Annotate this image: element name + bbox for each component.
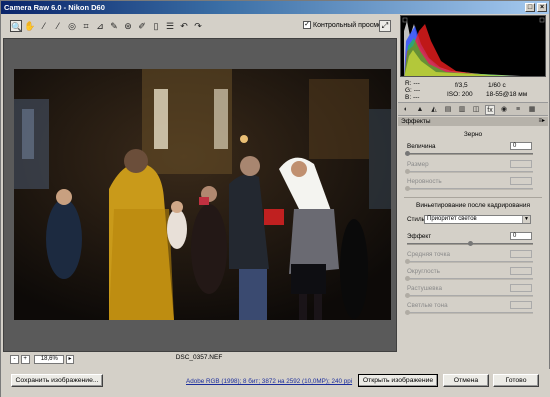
section-divider xyxy=(404,197,542,198)
vignette-midpoint-thumb xyxy=(405,259,410,264)
iso-value: ISO: 200 xyxy=(447,91,473,98)
r-label: R: xyxy=(405,80,412,87)
grain-size-thumb xyxy=(405,169,410,174)
snapshots-icon[interactable]: ▦ xyxy=(527,105,537,115)
graduated-filter-icon[interactable]: ▯ xyxy=(150,20,162,32)
b-label: B: xyxy=(405,94,412,101)
vignette-effect-slider[interactable] xyxy=(407,241,533,246)
grain-roughness-slider xyxy=(405,186,533,191)
panel-title: Эффекты xyxy=(401,118,431,125)
vignette-feather-thumb xyxy=(405,293,410,298)
camera-raw-window: Camera Raw 6.0 - Nikon D60 □ × 🔍 ✋ ⁄ ⁄ ◎ ⌗ ⊿ ✎ ⊛… xyxy=(0,0,550,397)
lens-icon[interactable]: ◫ xyxy=(471,105,481,115)
effects-icon[interactable]: fx xyxy=(485,105,495,115)
vignette-section-title: Виньетирование после кадрирования xyxy=(415,202,531,209)
color-sampler-icon[interactable]: ⁄ xyxy=(52,20,64,32)
hand-icon[interactable]: ✋ xyxy=(24,20,36,32)
grain-amount-label: Величина xyxy=(407,143,436,150)
open-image-button[interactable]: Открыть изображение xyxy=(358,374,438,387)
save-image-button[interactable]: Сохранить изображение... xyxy=(11,374,103,387)
red-eye-icon[interactable]: ⊛ xyxy=(122,20,134,32)
maximize-button[interactable]: □ xyxy=(525,3,535,12)
vignette-highlights-label: Светлые тона xyxy=(407,302,448,309)
vignette-feather-field xyxy=(510,284,532,292)
grain-amount-thumb[interactable] xyxy=(405,151,410,156)
vignette-midpoint-slider xyxy=(405,259,533,264)
effects-panel: Зерно Величина 0 Размер Неровность Винье… xyxy=(398,126,548,368)
chevron-down-icon[interactable]: ▼ xyxy=(522,216,530,223)
grain-size-label: Размер xyxy=(407,161,429,168)
calibration-icon[interactable]: ◉ xyxy=(499,105,509,115)
vignette-feather-label: Растушевка xyxy=(407,285,443,292)
grain-roughness-field xyxy=(510,177,532,185)
vignette-effect-field[interactable]: 0 xyxy=(510,232,532,240)
rgb-readout: R: --- G: --- B: --- f/3,5 1/60 с ISO: 2… xyxy=(400,78,546,101)
target-adjust-icon[interactable]: ◎ xyxy=(66,20,78,32)
vignette-roundness-thumb xyxy=(405,276,410,281)
zoom-icon[interactable]: 🔍 xyxy=(10,20,22,32)
histogram-graph xyxy=(401,16,545,76)
detail-icon[interactable]: ◭ xyxy=(429,105,439,115)
grain-amount-slider[interactable] xyxy=(405,151,533,156)
spot-removal-icon[interactable]: ✎ xyxy=(108,20,120,32)
cancel-button[interactable]: Отмена xyxy=(443,374,489,387)
vignette-style-select[interactable]: Приоритет светов ▼ xyxy=(424,215,531,224)
adjustment-brush-icon[interactable]: ✐ xyxy=(136,20,148,32)
vignette-highlights-field xyxy=(510,301,532,309)
b-value: --- xyxy=(412,94,420,101)
r-value: --- xyxy=(413,80,420,87)
grain-size-field xyxy=(510,160,532,168)
shutter-value: 1/60 с xyxy=(488,82,506,89)
vignette-roundness-field xyxy=(510,267,532,275)
church-scene-image xyxy=(14,69,391,320)
preview-checkbox-box[interactable]: ✓ xyxy=(303,21,311,29)
lens-value: 18-55@18 мм xyxy=(486,91,528,98)
workflow-options-link[interactable]: Adobe RGB (1998); 8 бит; 3872 на 2592 (1… xyxy=(186,378,352,385)
grain-roughness-label: Неровность xyxy=(407,178,442,185)
rotate-right-icon[interactable]: ↷ xyxy=(192,20,204,32)
grain-size-slider xyxy=(405,169,533,174)
title-bar: Camera Raw 6.0 - Nikon D60 □ × xyxy=(1,1,549,14)
g-label: G: xyxy=(405,87,412,94)
panel-tabs: ◐ ▲ ◭ ▤ ▥ ◫ fx ◉ ≡ ▦ xyxy=(398,102,548,116)
vignette-effect-label: Эффект xyxy=(407,233,432,240)
grain-roughness-thumb xyxy=(405,186,410,191)
g-value: --- xyxy=(413,87,421,94)
tone-curve-icon[interactable]: ▲ xyxy=(415,105,425,115)
preview-checkbox[interactable]: ✓ Контрольный просмотр xyxy=(303,21,389,29)
split-toning-icon[interactable]: ▥ xyxy=(457,105,467,115)
panel-menu-icon[interactable]: ≡▸ xyxy=(538,117,545,126)
vignette-midpoint-label: Средняя точка xyxy=(407,251,450,258)
aperture-value: f/3,5 xyxy=(455,82,468,89)
crop-icon[interactable]: ⌗ xyxy=(80,20,92,32)
vignette-midpoint-field xyxy=(510,250,532,258)
presets-icon[interactable]: ≡ xyxy=(513,105,523,115)
image-preview-area[interactable] xyxy=(3,38,397,352)
footer-bar: Сохранить изображение... Adobe RGB (1998… xyxy=(1,369,550,397)
done-button[interactable]: Готово xyxy=(493,374,539,387)
close-button[interactable]: × xyxy=(537,3,547,12)
photo-preview xyxy=(14,69,391,320)
grain-section-title: Зерно xyxy=(463,131,483,138)
preferences-icon[interactable]: ☰ xyxy=(164,20,176,32)
filename-label: DSC_0357.NEF xyxy=(175,354,223,361)
straighten-icon[interactable]: ⊿ xyxy=(94,20,106,32)
vignette-style-value: Приоритет светов xyxy=(427,216,477,222)
preview-label: Контрольный просмотр xyxy=(313,21,389,29)
vignette-roundness-label: Округлость xyxy=(407,268,440,275)
panel-header: Эффекты ≡▸ xyxy=(398,117,548,126)
rotate-left-icon[interactable]: ↶ xyxy=(178,20,190,32)
vignette-feather-slider xyxy=(405,293,533,298)
vignette-highlights-thumb xyxy=(405,310,410,315)
vignette-roundness-slider xyxy=(405,276,533,281)
hsl-icon[interactable]: ▤ xyxy=(443,105,453,115)
vignette-effect-thumb[interactable] xyxy=(468,241,473,246)
white-balance-icon[interactable]: ⁄ xyxy=(38,20,50,32)
grain-amount-field[interactable]: 0 xyxy=(510,142,532,150)
fullscreen-toggle-icon[interactable]: ⤢ xyxy=(379,20,391,32)
window-title: Camera Raw 6.0 - Nikon D60 xyxy=(4,3,105,12)
vignette-highlights-slider xyxy=(405,310,533,315)
histogram xyxy=(400,15,546,77)
basic-icon[interactable]: ◐ xyxy=(401,105,411,115)
